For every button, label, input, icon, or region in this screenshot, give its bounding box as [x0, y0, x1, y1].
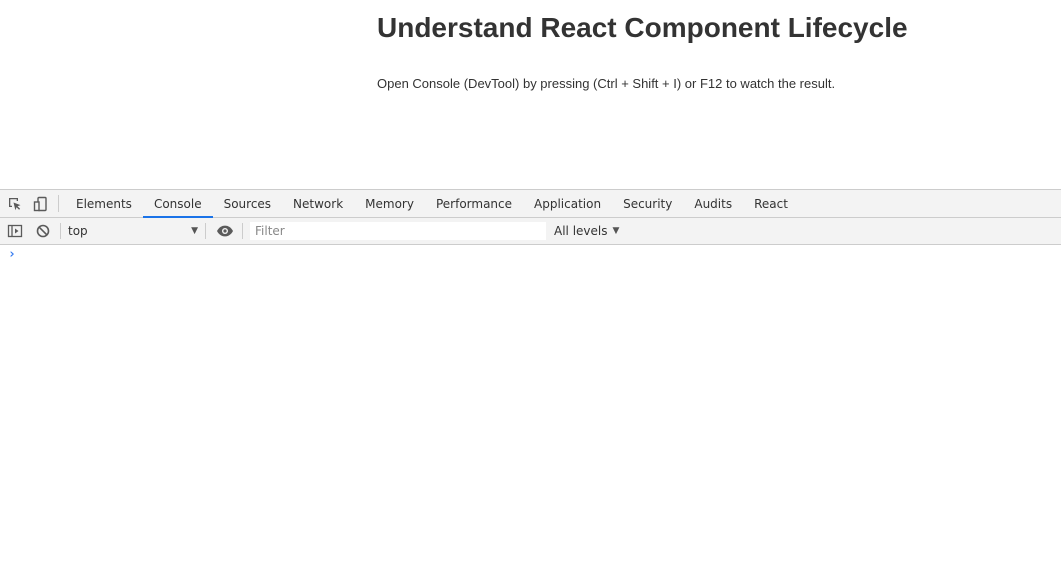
clear-console-icon[interactable]	[29, 218, 57, 244]
eye-icon[interactable]	[211, 218, 239, 244]
devtools-panel: Elements Console Sources Network Memory …	[0, 189, 1061, 565]
log-levels-dropdown[interactable]: All levels ▼	[554, 224, 619, 238]
toolbar-divider	[60, 223, 61, 239]
filter-input[interactable]	[250, 222, 546, 240]
tab-network[interactable]: Network	[282, 190, 354, 217]
tab-elements[interactable]: Elements	[65, 190, 143, 217]
tab-memory[interactable]: Memory	[354, 190, 425, 217]
toolbar-divider	[205, 223, 206, 239]
web-page: Understand React Component Lifecycle Ope…	[0, 0, 1061, 189]
tab-application[interactable]: Application	[523, 190, 612, 217]
device-toolbar-icon[interactable]	[28, 190, 54, 217]
tab-security[interactable]: Security	[612, 190, 683, 217]
page-title: Understand React Component Lifecycle	[377, 12, 908, 43]
console-toolbar: top ▼ All levels ▼	[0, 218, 1061, 245]
context-value: top	[68, 224, 88, 238]
console-output[interactable]: ›	[0, 245, 1061, 565]
tab-react[interactable]: React	[743, 190, 799, 217]
tab-audits[interactable]: Audits	[683, 190, 743, 217]
tab-performance[interactable]: Performance	[425, 190, 523, 217]
context-selector[interactable]: top ▼	[66, 218, 202, 244]
toolbar-divider	[58, 195, 59, 212]
log-levels-label: All levels	[554, 224, 608, 238]
tab-console[interactable]: Console	[142, 190, 213, 218]
chevron-down-icon: ▼	[191, 226, 198, 236]
chevron-down-icon: ▼	[612, 226, 620, 236]
page-description: Open Console (DevTool) by pressing (Ctrl…	[377, 76, 836, 91]
show-sidebar-icon[interactable]	[1, 218, 29, 244]
console-prompt-icon: ›	[8, 247, 16, 262]
devtools-tabbar: Elements Console Sources Network Memory …	[0, 189, 1061, 218]
tab-sources[interactable]: Sources	[213, 190, 282, 217]
toolbar-divider	[242, 223, 243, 239]
inspect-element-icon[interactable]	[2, 190, 28, 217]
